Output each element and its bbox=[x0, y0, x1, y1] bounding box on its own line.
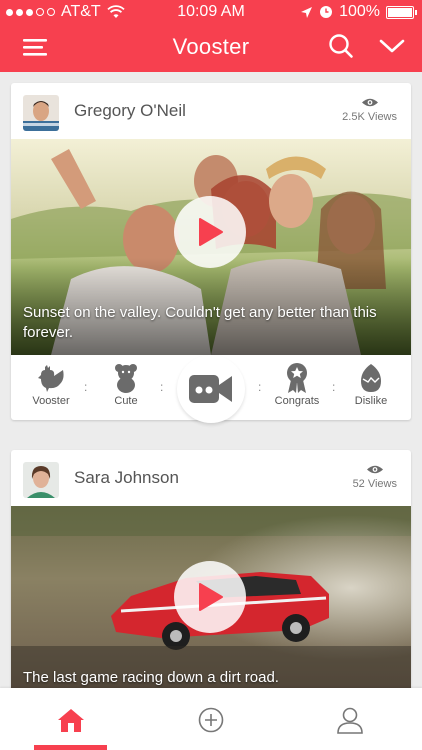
card-header: Sara Johnson 52 Views bbox=[11, 450, 411, 506]
search-button[interactable] bbox=[327, 32, 355, 60]
battery-percent: 100% bbox=[339, 3, 380, 20]
separator: : bbox=[258, 380, 262, 394]
video-camera-icon bbox=[189, 375, 232, 403]
reaction-label: Cute bbox=[114, 395, 138, 407]
reaction-bar: Vooster : Cute :: Congrats: Dislike bbox=[11, 355, 411, 427]
award-ribbon-icon bbox=[287, 363, 307, 393]
dropdown-button[interactable] bbox=[378, 32, 406, 60]
view-count: 2.5K Views bbox=[342, 97, 397, 123]
play-button[interactable] bbox=[174, 561, 246, 633]
battery-icon bbox=[386, 5, 417, 19]
alarm-clock-icon bbox=[320, 6, 333, 18]
rooster-icon bbox=[38, 365, 64, 392]
top-bar: AT&T 10:09 AM 100% Vooster bbox=[0, 0, 422, 72]
play-icon bbox=[199, 583, 223, 611]
teddy-bear-icon bbox=[115, 364, 137, 393]
add-circle-icon bbox=[198, 707, 224, 733]
eye-icon bbox=[361, 98, 378, 107]
reaction-dislike[interactable]: Dislike bbox=[341, 361, 401, 407]
status-bar: AT&T 10:09 AM 100% bbox=[0, 0, 422, 24]
video-thumbnail[interactable]: Sunset on the valley. Couldn't get any b… bbox=[11, 139, 411, 355]
reaction-label: Vooster bbox=[32, 395, 70, 407]
avatar[interactable] bbox=[23, 462, 59, 498]
separator: : bbox=[84, 380, 88, 394]
home-icon bbox=[58, 709, 84, 732]
nav-bar: Vooster bbox=[0, 24, 422, 72]
avatar[interactable] bbox=[23, 95, 59, 131]
location-arrow-icon bbox=[301, 6, 313, 18]
egg-icon bbox=[361, 364, 381, 392]
separator: : bbox=[332, 380, 336, 394]
tab-add[interactable] bbox=[195, 704, 227, 736]
status-right: 100% bbox=[300, 3, 417, 21]
post-caption: The last game racing down a dirt road. bbox=[23, 669, 279, 686]
user-name[interactable]: Gregory O'Neil bbox=[74, 101, 186, 121]
reaction-vooster[interactable]: Vooster bbox=[21, 361, 81, 407]
user-name[interactable]: Sara Johnson bbox=[74, 468, 179, 488]
tab-bar bbox=[0, 688, 422, 750]
card-header: Gregory O'Neil 2.5K Views bbox=[11, 83, 411, 139]
reaction-congrats[interactable]: Congrats bbox=[267, 361, 327, 407]
views-label: 52 Views bbox=[352, 478, 397, 490]
reaction-label: Dislike bbox=[354, 395, 388, 407]
chevron-down-icon bbox=[379, 39, 405, 53]
eye-icon bbox=[366, 465, 383, 474]
view-count: 52 Views bbox=[353, 464, 397, 490]
active-tab-indicator bbox=[34, 745, 107, 750]
views-label: 2.5K Views bbox=[342, 111, 397, 123]
video-thumbnail[interactable]: The last game racing down a dirt road. bbox=[11, 506, 411, 688]
post-caption: Sunset on the valley. Couldn't get any b… bbox=[23, 304, 377, 341]
separator: : bbox=[160, 380, 164, 394]
play-button[interactable] bbox=[174, 196, 246, 268]
app-title: Vooster bbox=[172, 34, 250, 59]
play-icon bbox=[199, 218, 223, 246]
record-video-button[interactable] bbox=[177, 355, 245, 423]
feed-card: Gregory O'Neil 2.5K Views Sunset on the … bbox=[11, 83, 411, 423]
tab-home[interactable] bbox=[55, 704, 87, 736]
tab-profile[interactable] bbox=[334, 704, 366, 736]
profile-icon bbox=[337, 707, 363, 734]
reaction-cute[interactable]: Cute bbox=[96, 361, 156, 407]
search-icon bbox=[329, 34, 353, 58]
reaction-label: Congrats bbox=[274, 395, 320, 407]
